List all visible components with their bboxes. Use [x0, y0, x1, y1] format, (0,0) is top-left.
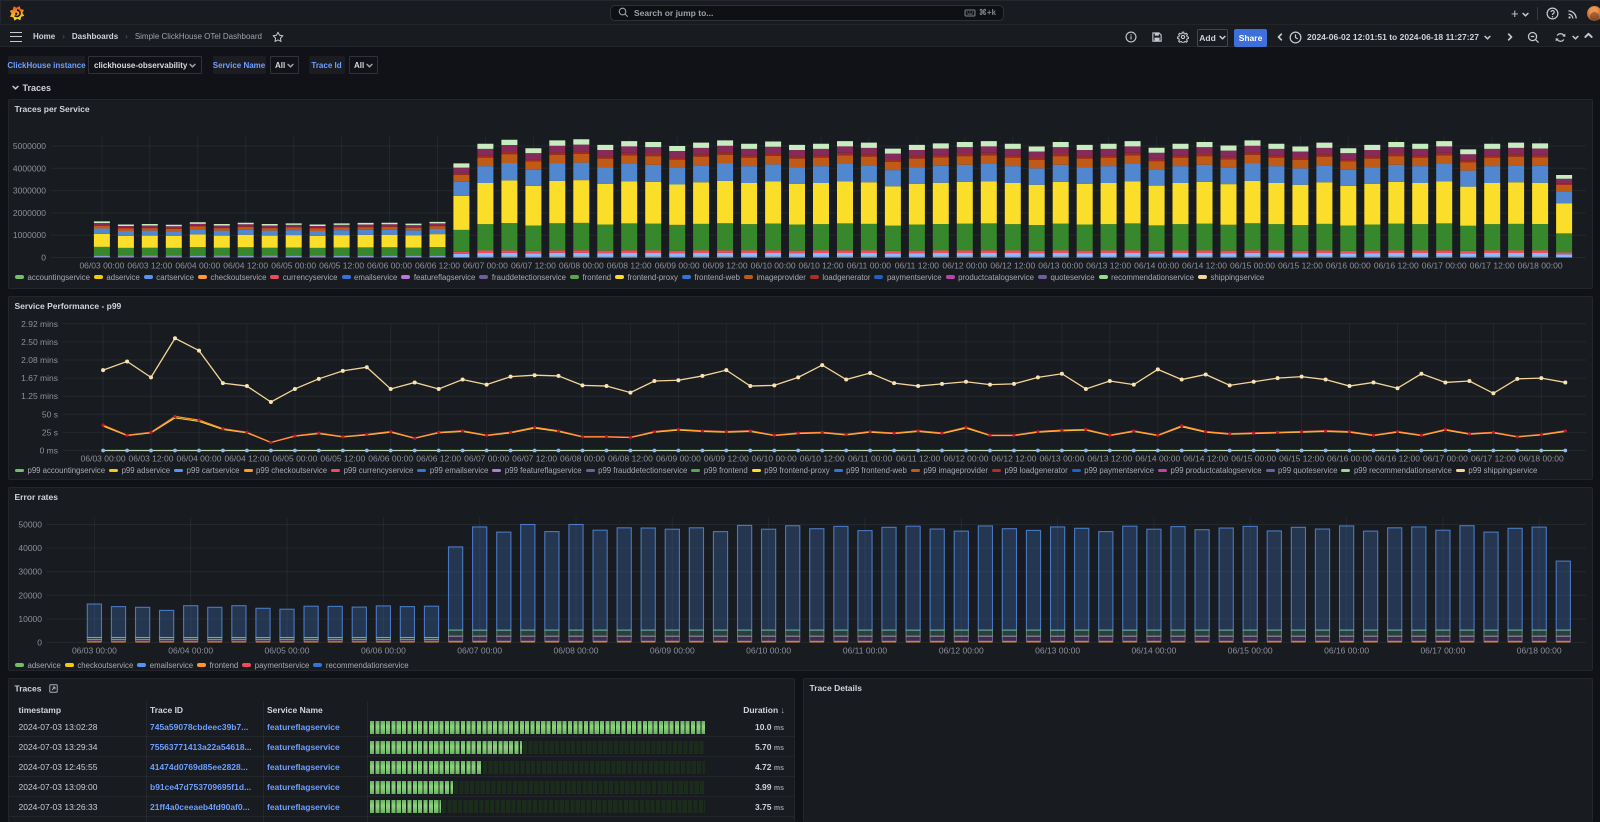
svg-text:50 s: 50 s [42, 409, 58, 419]
svg-text:06/09 00:00: 06/09 00:00 [650, 646, 695, 656]
svg-text:06/04 12:00: 06/04 12:00 [224, 454, 269, 464]
svg-text:06/09 12:00: 06/09 12:00 [704, 454, 749, 464]
svg-text:06/04 12:00: 06/04 12:00 [223, 261, 268, 271]
svg-text:0 ms: 0 ms [40, 446, 58, 456]
svg-text:06/14 00:00: 06/14 00:00 [1131, 646, 1176, 656]
svg-text:06/07 00:00: 06/07 00:00 [464, 454, 509, 464]
svg-text:06/05 12:00: 06/05 12:00 [320, 454, 365, 464]
svg-text:06/09 00:00: 06/09 00:00 [655, 261, 700, 271]
svg-text:06/09 12:00: 06/09 12:00 [703, 261, 748, 271]
svg-text:2.50 mins: 2.50 mins [21, 337, 58, 347]
svg-text:06/16 00:00: 06/16 00:00 [1324, 646, 1369, 656]
svg-text:06/12 00:00: 06/12 00:00 [942, 261, 987, 271]
svg-text:06/05 00:00: 06/05 00:00 [265, 646, 310, 656]
svg-text:06/09 00:00: 06/09 00:00 [656, 454, 701, 464]
svg-text:06/03 12:00: 06/03 12:00 [129, 454, 174, 464]
svg-text:06/17 00:00: 06/17 00:00 [1423, 454, 1468, 464]
svg-text:50000: 50000 [18, 520, 42, 530]
svg-text:1.67 mins: 1.67 mins [21, 373, 58, 383]
svg-text:06/03 00:00: 06/03 00:00 [81, 454, 126, 464]
svg-text:0: 0 [37, 638, 42, 648]
svg-text:06/13 12:00: 06/13 12:00 [1087, 454, 1132, 464]
svg-text:06/06 00:00: 06/06 00:00 [361, 646, 406, 656]
svg-text:06/15 12:00: 06/15 12:00 [1279, 454, 1324, 464]
svg-text:1.25 mins: 1.25 mins [21, 391, 58, 401]
svg-text:06/15 12:00: 06/15 12:00 [1278, 261, 1323, 271]
svg-text:06/16 12:00: 06/16 12:00 [1375, 454, 1420, 464]
svg-text:06/06 12:00: 06/06 12:00 [416, 454, 461, 464]
svg-text:06/12 12:00: 06/12 12:00 [992, 454, 1037, 464]
svg-text:06/06 00:00: 06/06 00:00 [367, 261, 412, 271]
svg-text:06/03 12:00: 06/03 12:00 [127, 261, 172, 271]
svg-text:06/12 00:00: 06/12 00:00 [944, 454, 989, 464]
svg-text:06/18 00:00: 06/18 00:00 [1519, 454, 1564, 464]
svg-text:5000000: 5000000 [13, 141, 46, 151]
svg-text:06/13 00:00: 06/13 00:00 [1035, 646, 1080, 656]
svg-text:06/08 00:00: 06/08 00:00 [559, 261, 604, 271]
svg-text:06/11 12:00: 06/11 12:00 [896, 454, 941, 464]
svg-text:06/03 00:00: 06/03 00:00 [72, 646, 117, 656]
svg-text:06/17 12:00: 06/17 12:00 [1470, 261, 1515, 271]
svg-text:06/08 00:00: 06/08 00:00 [554, 646, 599, 656]
svg-text:06/08 12:00: 06/08 12:00 [608, 454, 653, 464]
svg-text:06/18 00:00: 06/18 00:00 [1518, 261, 1563, 271]
svg-text:06/12 12:00: 06/12 12:00 [990, 261, 1035, 271]
svg-text:06/07 12:00: 06/07 12:00 [511, 261, 556, 271]
svg-text:2000000: 2000000 [13, 208, 46, 218]
svg-text:06/16 12:00: 06/16 12:00 [1374, 261, 1419, 271]
svg-text:06/10 12:00: 06/10 12:00 [800, 454, 845, 464]
svg-text:06/11 00:00: 06/11 00:00 [848, 454, 893, 464]
svg-text:06/16 00:00: 06/16 00:00 [1326, 261, 1371, 271]
svg-text:06/10 00:00: 06/10 00:00 [752, 454, 797, 464]
svg-text:06/04 00:00: 06/04 00:00 [175, 261, 220, 271]
svg-text:06/08 12:00: 06/08 12:00 [607, 261, 652, 271]
svg-text:20000: 20000 [18, 590, 42, 600]
svg-text:10000: 10000 [18, 614, 42, 624]
svg-text:06/07 12:00: 06/07 12:00 [512, 454, 557, 464]
svg-text:06/11 00:00: 06/11 00:00 [843, 646, 888, 656]
svg-text:3000000: 3000000 [13, 186, 46, 196]
svg-text:06/14 00:00: 06/14 00:00 [1135, 454, 1180, 464]
svg-text:30000: 30000 [18, 567, 42, 577]
svg-text:06/04 00:00: 06/04 00:00 [168, 646, 213, 656]
svg-text:06/04 00:00: 06/04 00:00 [177, 454, 222, 464]
svg-text:06/06 12:00: 06/06 12:00 [415, 261, 460, 271]
svg-text:06/10 00:00: 06/10 00:00 [751, 261, 796, 271]
svg-text:06/15 00:00: 06/15 00:00 [1231, 454, 1276, 464]
svg-text:4000000: 4000000 [13, 163, 46, 173]
svg-text:06/18 00:00: 06/18 00:00 [1517, 646, 1562, 656]
svg-text:06/03 00:00: 06/03 00:00 [79, 261, 124, 271]
svg-text:06/14 12:00: 06/14 12:00 [1183, 454, 1228, 464]
svg-text:06/12 00:00: 06/12 00:00 [939, 646, 984, 656]
svg-text:2.92 mins: 2.92 mins [21, 319, 58, 329]
svg-text:06/14 00:00: 06/14 00:00 [1134, 261, 1179, 271]
svg-text:06/17 00:00: 06/17 00:00 [1422, 261, 1467, 271]
svg-text:06/10 12:00: 06/10 12:00 [799, 261, 844, 271]
svg-text:06/13 00:00: 06/13 00:00 [1038, 261, 1083, 271]
svg-text:06/14 12:00: 06/14 12:00 [1182, 261, 1227, 271]
svg-text:1000000: 1000000 [13, 230, 46, 240]
svg-text:06/13 12:00: 06/13 12:00 [1086, 261, 1131, 271]
svg-text:06/15 00:00: 06/15 00:00 [1228, 646, 1273, 656]
svg-text:06/06 00:00: 06/06 00:00 [368, 454, 413, 464]
svg-text:06/05 00:00: 06/05 00:00 [272, 454, 317, 464]
svg-text:06/11 00:00: 06/11 00:00 [847, 261, 892, 271]
svg-text:06/17 00:00: 06/17 00:00 [1420, 646, 1465, 656]
svg-text:0: 0 [41, 253, 46, 263]
svg-text:40000: 40000 [18, 543, 42, 553]
svg-text:06/11 12:00: 06/11 12:00 [895, 261, 940, 271]
svg-text:06/17 12:00: 06/17 12:00 [1471, 454, 1516, 464]
svg-text:06/05 12:00: 06/05 12:00 [319, 261, 364, 271]
svg-text:06/07 00:00: 06/07 00:00 [457, 646, 502, 656]
svg-text:06/05 00:00: 06/05 00:00 [271, 261, 316, 271]
svg-text:25 s: 25 s [42, 427, 58, 437]
svg-text:06/15 00:00: 06/15 00:00 [1230, 261, 1275, 271]
svg-text:06/13 00:00: 06/13 00:00 [1039, 454, 1084, 464]
svg-text:06/10 00:00: 06/10 00:00 [746, 646, 791, 656]
svg-text:06/08 00:00: 06/08 00:00 [560, 454, 605, 464]
svg-text:06/16 00:00: 06/16 00:00 [1327, 454, 1372, 464]
svg-text:06/07 00:00: 06/07 00:00 [463, 261, 508, 271]
svg-text:2.08 mins: 2.08 mins [21, 355, 58, 365]
